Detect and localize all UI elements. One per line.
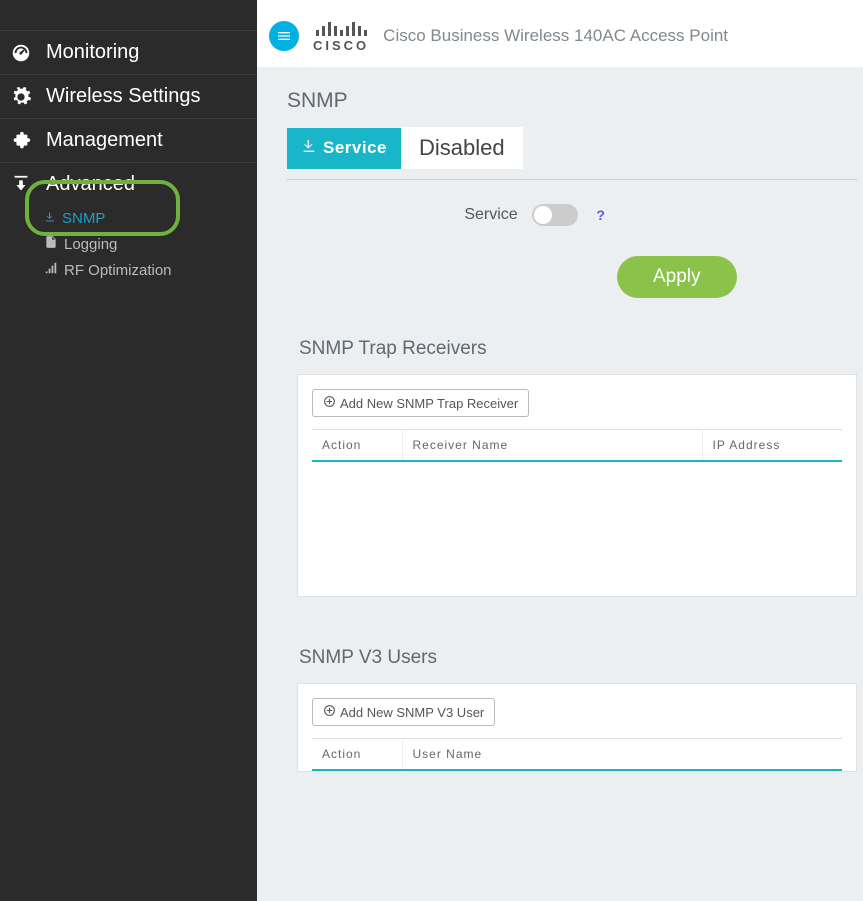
sidebar-item-monitoring[interactable]: Monitoring (0, 30, 257, 75)
download-icon (8, 174, 34, 196)
service-status: Disabled (401, 127, 523, 169)
add-v3-label: Add New SNMP V3 User (340, 705, 484, 720)
sidebar-label: Wireless Settings (46, 85, 201, 108)
section-title-v3: SNMP V3 Users (299, 647, 863, 669)
sidebar: Monitoring Wireless Settings Management … (0, 0, 257, 901)
trap-table-body (312, 462, 842, 582)
plus-circle-icon (323, 704, 336, 720)
service-tab-label: Service (323, 138, 387, 158)
service-toggle-row: Service ? (287, 204, 787, 226)
menu-toggle-button[interactable] (269, 21, 299, 51)
cisco-bars-icon (316, 18, 367, 36)
service-row: Service Disabled (287, 127, 863, 169)
cisco-logo-text: CISCO (313, 38, 369, 53)
service-tab[interactable]: Service (287, 128, 401, 169)
v3-users-panel: Add New SNMP V3 User Action User Name (297, 683, 857, 772)
puzzle-icon (8, 130, 34, 152)
trap-receivers-panel: Add New SNMP Trap Receiver Action Receiv… (297, 374, 857, 597)
signal-icon (44, 261, 58, 279)
download-arrow-icon (301, 138, 317, 159)
sidebar-item-wireless-settings[interactable]: Wireless Settings (0, 75, 257, 119)
cisco-logo: CISCO (313, 18, 369, 53)
add-v3-user-button[interactable]: Add New SNMP V3 User (312, 698, 495, 726)
gauge-icon (8, 42, 34, 64)
sidebar-sub-snmp[interactable]: SNMP (0, 206, 257, 231)
add-trap-label: Add New SNMP Trap Receiver (340, 396, 518, 411)
sidebar-sub-label: SNMP (62, 210, 105, 227)
add-trap-receiver-button[interactable]: Add New SNMP Trap Receiver (312, 389, 529, 417)
snmp-section: SNMP Service Disabled Service ? Apply SN… (257, 67, 863, 772)
trap-table: Action Receiver Name IP Address (312, 429, 842, 462)
file-icon (44, 235, 58, 253)
sidebar-sub-label: RF Optimization (64, 262, 172, 279)
download-arrow-icon (44, 210, 56, 227)
section-title-snmp: SNMP (287, 89, 863, 113)
section-title-trap: SNMP Trap Receivers (299, 338, 863, 360)
sidebar-label: Monitoring (46, 41, 139, 64)
sidebar-sub-label: Logging (64, 236, 117, 253)
apply-button[interactable]: Apply (617, 256, 737, 298)
help-icon[interactable]: ? (592, 206, 610, 224)
v3-col-user-name: User Name (402, 739, 842, 771)
topbar: CISCO Cisco Business Wireless 140AC Acce… (257, 0, 863, 67)
product-name: Cisco Business Wireless 140AC Access Poi… (383, 26, 728, 46)
trap-col-ip-address: IP Address (702, 430, 842, 462)
gear-icon (8, 86, 34, 108)
main-content: CISCO Cisco Business Wireless 140AC Acce… (257, 0, 863, 901)
sidebar-label: Management (46, 129, 163, 152)
service-toggle[interactable] (532, 204, 578, 226)
sidebar-sub-rf-optimization[interactable]: RF Optimization (0, 257, 257, 283)
service-toggle-label: Service (464, 206, 517, 224)
sidebar-label: Advanced (46, 173, 135, 196)
plus-circle-icon (323, 395, 336, 411)
sidebar-item-management[interactable]: Management (0, 119, 257, 163)
sidebar-item-advanced[interactable]: Advanced (0, 163, 257, 206)
trap-col-receiver-name: Receiver Name (402, 430, 702, 462)
v3-col-action: Action (312, 739, 402, 771)
v3-table: Action User Name (312, 738, 842, 771)
trap-col-action: Action (312, 430, 402, 462)
divider (287, 179, 857, 180)
sidebar-sub-logging[interactable]: Logging (0, 231, 257, 257)
